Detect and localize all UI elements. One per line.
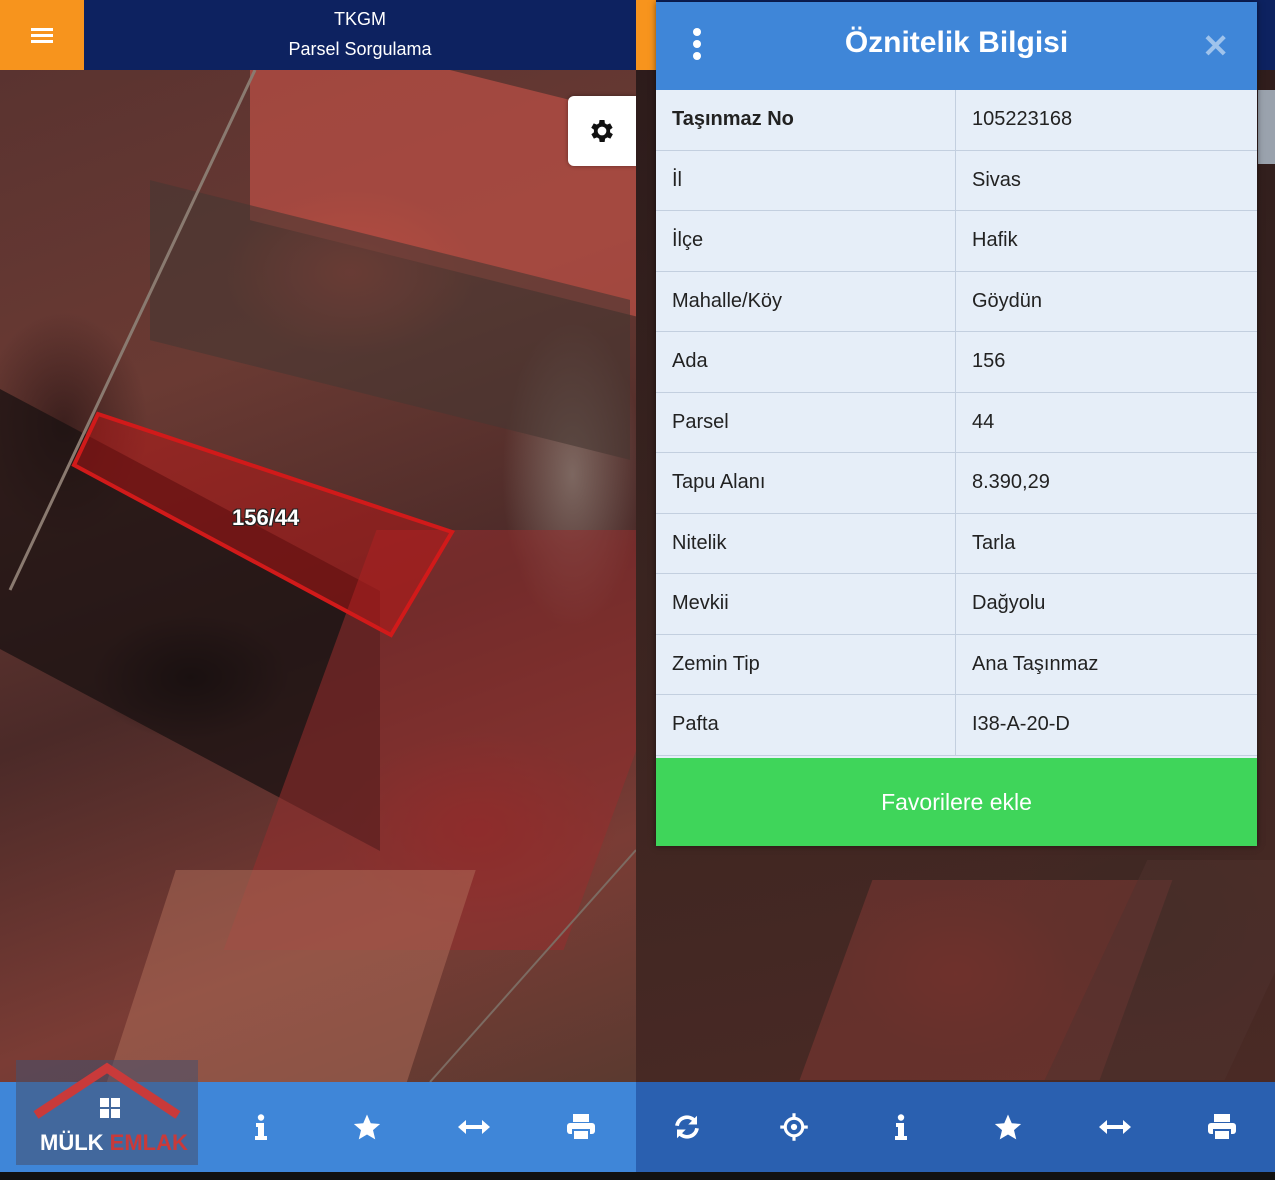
attr-value: Hafik: [955, 210, 1257, 272]
brand-text-left: MÜLK: [40, 1130, 104, 1155]
table-row: Parsel 44: [656, 392, 1257, 453]
print-icon: [1208, 1114, 1236, 1141]
attr-value: 105223168: [955, 90, 1257, 151]
close-icon[interactable]: ✕: [1202, 28, 1229, 64]
parcel-overlay: [8, 70, 636, 1082]
brand-watermark: MÜLK EMLAK: [16, 1060, 198, 1165]
menu-button-dimmed: [636, 0, 656, 70]
info-button[interactable]: [878, 1104, 924, 1150]
info-button[interactable]: [238, 1104, 284, 1150]
attr-value: Sivas: [955, 150, 1257, 211]
table-row: Mevkii Dağyolu: [656, 573, 1257, 635]
favorite-button[interactable]: [344, 1104, 390, 1150]
attr-key: Pafta: [656, 694, 956, 756]
table-row: Nitelik Tarla: [656, 513, 1257, 574]
attribute-dialog: Öznitelik Bilgisi ✕ Taşınmaz No 105223168…: [656, 2, 1257, 846]
app-title: TKGM: [334, 9, 386, 29]
swap-horizontal-icon: [458, 1120, 490, 1134]
bottom-edge: [0, 1172, 1275, 1180]
gear-icon: [591, 120, 613, 142]
attr-key: Tapu Alanı: [656, 452, 956, 514]
table-row: Taşınmaz No 105223168: [656, 90, 1257, 151]
attr-value: Dağyolu: [955, 573, 1257, 635]
left-panel: 156/44 TKGM Parsel Sorgulama MÜLK EMLAK: [0, 0, 636, 1172]
refresh-icon: [675, 1115, 699, 1139]
attr-value: Göydün: [955, 271, 1257, 332]
info-icon: [255, 1114, 267, 1140]
print-icon: [567, 1114, 595, 1141]
table-row: Mahalle/Köy Göydün: [656, 271, 1257, 332]
attr-key: Nitelik: [656, 513, 956, 574]
add-favorites-button[interactable]: Favorilere ekle: [656, 758, 1257, 846]
table-row: Zemin Tip Ana Taşınmaz: [656, 634, 1257, 695]
parcel-label: 156/44: [232, 505, 300, 530]
table-row: Ada 156: [656, 331, 1257, 393]
dialog-title: Öznitelik Bilgisi: [844, 26, 1069, 59]
bottom-toolbar-right: [636, 1082, 1275, 1172]
swap-horizontal-icon: [1099, 1120, 1131, 1134]
attr-value: Tarla: [955, 513, 1257, 574]
settings-button[interactable]: [568, 96, 636, 166]
star-icon: [994, 1114, 1022, 1140]
table-row: Pafta I38-A-20-D: [656, 694, 1257, 756]
satellite-map[interactable]: [0, 70, 636, 1082]
print-button[interactable]: [1199, 1104, 1245, 1150]
attr-key: Zemin Tip: [656, 634, 956, 695]
attribute-table: Taşınmaz No 105223168 İl Sivas İlçe Hafik M…: [656, 90, 1257, 756]
app-subtitle: Parsel Sorgulama: [288, 39, 432, 59]
table-row: İlçe Hafik: [656, 210, 1257, 272]
attr-value: I38-A-20-D: [955, 694, 1257, 756]
star-icon: [353, 1114, 381, 1140]
refresh-button[interactable]: [664, 1104, 710, 1150]
header-title-block: TKGM Parsel Sorgulama: [84, 4, 636, 64]
scrollbar[interactable]: [1258, 90, 1275, 164]
table-row: İl Sivas: [656, 150, 1257, 211]
info-icon: [895, 1114, 907, 1140]
attr-value: Ana Taşınmaz: [955, 634, 1257, 695]
attr-key: Mahalle/Köy: [656, 271, 956, 332]
crosshair-icon: [780, 1113, 808, 1141]
attr-key: İlçe: [656, 210, 956, 272]
swap-button[interactable]: [1092, 1104, 1138, 1150]
brand-text: MÜLK EMLAK: [40, 1130, 188, 1156]
favorite-button[interactable]: [985, 1104, 1031, 1150]
right-panel: Öznitelik Bilgisi ✕ Taşınmaz No 105223168…: [636, 0, 1275, 1172]
attr-key: Taşınmaz No: [656, 90, 956, 151]
attr-value: 156: [955, 331, 1257, 393]
attr-value: 8.390,29: [955, 452, 1257, 514]
swap-button[interactable]: [451, 1104, 497, 1150]
attr-key: İl: [656, 150, 956, 211]
attr-key: Ada: [656, 331, 956, 393]
hamburger-icon: [31, 25, 53, 46]
app-header: TKGM Parsel Sorgulama: [0, 0, 636, 70]
table-row: Tapu Alanı 8.390,29: [656, 452, 1257, 514]
attr-key: Parsel: [656, 392, 956, 453]
brand-text-right: EMLAK: [109, 1130, 188, 1155]
menu-button[interactable]: [0, 0, 84, 70]
print-button[interactable]: [558, 1104, 604, 1150]
dialog-header: Öznitelik Bilgisi ✕: [656, 2, 1257, 90]
locate-button[interactable]: [771, 1104, 817, 1150]
house-logo-icon: [33, 1062, 181, 1119]
attr-value: 44: [955, 392, 1257, 453]
attr-key: Mevkii: [656, 573, 956, 635]
